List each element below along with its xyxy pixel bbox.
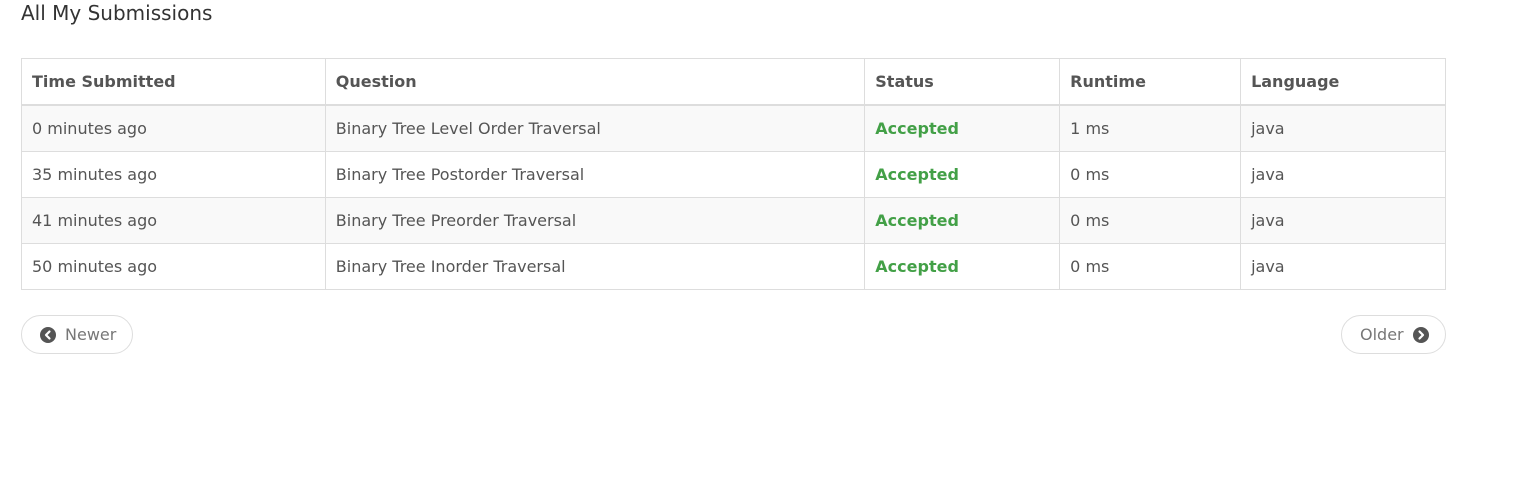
chevron-left-circle-icon — [40, 326, 56, 343]
table-row: 0 minutes ago Binary Tree Level Order Tr… — [21, 104, 1446, 152]
cell-question: Binary Tree Postorder Traversal — [324, 151, 866, 198]
chevron-right-circle-icon — [1412, 326, 1429, 343]
submissions-page: All My Submissions Time Submitted Questi… — [0, 0, 1536, 488]
header-question: Question — [324, 58, 866, 106]
cell-question: Binary Tree Inorder Traversal — [324, 243, 866, 290]
cell-question: Binary Tree Preorder Traversal — [324, 197, 866, 244]
header-runtime: Runtime — [1059, 58, 1242, 106]
cell-time-submitted: 35 minutes ago — [21, 151, 326, 198]
cell-question: Binary Tree Level Order Traversal — [324, 104, 866, 152]
header-status: Status — [864, 58, 1061, 106]
table-row: 35 minutes ago Binary Tree Postorder Tra… — [21, 151, 1446, 198]
newer-button[interactable]: Newer — [21, 315, 133, 354]
cell-language: java — [1240, 243, 1446, 290]
cell-time-submitted: 0 minutes ago — [21, 104, 326, 152]
table-header-row: Time Submitted Question Status Runtime L… — [21, 58, 1446, 106]
cell-runtime: 0 ms — [1059, 151, 1242, 198]
cell-runtime: 1 ms — [1059, 104, 1242, 152]
cell-time-submitted: 41 minutes ago — [21, 197, 326, 244]
cell-runtime: 0 ms — [1059, 197, 1242, 244]
cell-language: java — [1240, 197, 1446, 244]
older-button[interactable]: Older — [1341, 315, 1446, 354]
cell-runtime: 0 ms — [1059, 243, 1242, 290]
older-label: Older — [1360, 325, 1404, 344]
table-row: 50 minutes ago Binary Tree Inorder Trave… — [21, 243, 1446, 290]
cell-status-link[interactable]: Accepted — [864, 151, 1061, 198]
cell-language: java — [1240, 151, 1446, 198]
newer-label: Newer — [65, 325, 117, 344]
cell-time-submitted: 50 minutes ago — [21, 243, 326, 290]
cell-status-link[interactable]: Accepted — [864, 197, 1061, 244]
cell-status-link[interactable]: Accepted — [864, 243, 1061, 290]
header-language: Language — [1240, 58, 1446, 106]
cell-language: java — [1240, 104, 1446, 152]
cell-status-link[interactable]: Accepted — [864, 104, 1061, 152]
page-title: All My Submissions — [21, 1, 213, 25]
submissions-table: Time Submitted Question Status Runtime L… — [21, 58, 1446, 290]
table-row: 41 minutes ago Binary Tree Preorder Trav… — [21, 197, 1446, 244]
header-time-submitted: Time Submitted — [21, 58, 326, 106]
